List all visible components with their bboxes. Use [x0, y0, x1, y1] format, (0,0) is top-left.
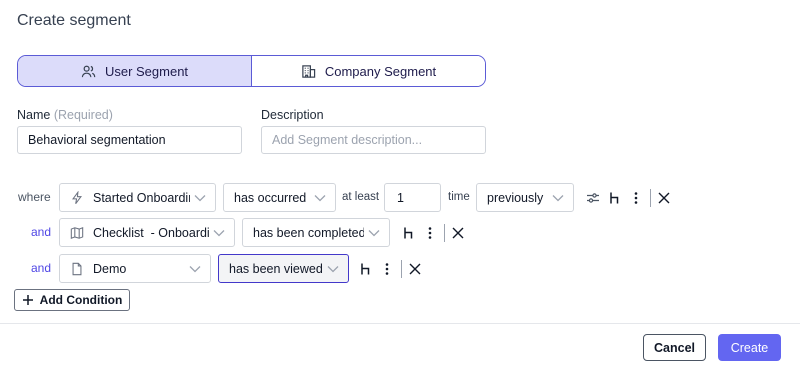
- conjunction-label: and: [31, 225, 52, 239]
- event-select[interactable]: Started Onboarding: [59, 183, 216, 212]
- more-options-button[interactable]: [628, 190, 644, 206]
- qualifier-label: at least: [342, 191, 380, 203]
- create-button[interactable]: Create: [718, 334, 781, 361]
- checklist-select-value: Checklist - Onboarding: [93, 225, 209, 240]
- segment-type-toggle: User Segment Company Segment: [17, 55, 486, 87]
- divider: [444, 224, 445, 242]
- chevron-down-icon: [189, 265, 201, 272]
- chevron-down-icon: [327, 265, 339, 272]
- remove-condition-button[interactable]: [450, 225, 466, 241]
- company-segment-label: Company Segment: [324, 63, 437, 79]
- users-icon: [81, 65, 96, 77]
- operator-select-value: has been completed: [253, 225, 364, 240]
- count-input[interactable]: [384, 183, 441, 212]
- building-icon: [302, 64, 316, 78]
- close-icon: [452, 227, 464, 239]
- remove-condition-button[interactable]: [407, 261, 423, 277]
- condition-row: where Started Onboarding has occurred at…: [0, 183, 800, 212]
- operator-select-value: has occurred: [234, 190, 307, 205]
- add-condition-label: Add Condition: [39, 293, 123, 307]
- name-label-text: Name: [17, 108, 51, 122]
- timeframe-select[interactable]: previously: [476, 183, 574, 212]
- branch-button[interactable]: [401, 225, 417, 241]
- branch-button[interactable]: [358, 261, 374, 277]
- content-select[interactable]: Demo: [59, 254, 211, 283]
- branch-icon: [361, 263, 370, 275]
- chevron-down-icon: [314, 194, 326, 201]
- chevron-down-icon: [368, 229, 380, 236]
- plus-icon: [22, 295, 33, 305]
- more-options-button[interactable]: [379, 261, 395, 277]
- add-condition-button[interactable]: Add Condition: [14, 289, 130, 311]
- name-input[interactable]: [17, 126, 242, 154]
- chevron-down-icon: [213, 229, 225, 236]
- chevron-down-icon: [552, 194, 564, 201]
- user-segment-label: User Segment: [104, 63, 189, 79]
- description-input[interactable]: [261, 126, 486, 154]
- footer-divider: [0, 323, 800, 324]
- close-icon: [409, 263, 421, 275]
- sliders-icon: [587, 193, 599, 203]
- kebab-menu-icon: [428, 227, 432, 239]
- company-segment-button[interactable]: Company Segment: [252, 56, 485, 86]
- condition-row: and Checklist - Onboarding has been comp…: [0, 218, 800, 247]
- required-hint: (Required): [53, 108, 113, 122]
- unit-label: time: [448, 191, 470, 203]
- description-label: Description: [261, 108, 324, 122]
- close-icon: [658, 192, 670, 204]
- timeframe-select-value: previously: [487, 190, 544, 205]
- user-segment-button[interactable]: User Segment: [18, 56, 252, 86]
- condition-row: and Demo has been viewed: [0, 254, 800, 283]
- more-options-button[interactable]: [422, 225, 438, 241]
- operator-select-value: has been viewed: [229, 261, 323, 276]
- checklist-select[interactable]: Checklist - Onboarding: [59, 218, 235, 247]
- kebab-menu-icon: [634, 192, 638, 204]
- remove-condition-button[interactable]: [656, 190, 672, 206]
- conjunction-label: and: [31, 261, 52, 275]
- cancel-button[interactable]: Cancel: [643, 334, 706, 361]
- operator-select[interactable]: has occurred: [223, 183, 336, 212]
- operator-select[interactable]: has been viewed: [218, 254, 349, 283]
- filter-settings-button[interactable]: [585, 190, 601, 206]
- map-icon: [70, 226, 84, 239]
- operator-select[interactable]: has been completed: [242, 218, 390, 247]
- document-icon: [72, 262, 82, 275]
- branch-icon: [404, 227, 413, 239]
- dialog-title: Create segment: [17, 12, 131, 29]
- branch-button[interactable]: [607, 190, 623, 206]
- kebab-menu-icon: [385, 263, 389, 275]
- lightning-icon: [72, 190, 82, 204]
- conjunction-label: where: [18, 190, 51, 204]
- divider: [401, 260, 402, 278]
- event-select-value: Started Onboarding: [93, 190, 190, 205]
- divider: [650, 189, 651, 207]
- branch-icon: [610, 192, 619, 204]
- chevron-down-icon: [194, 194, 206, 201]
- name-label: Name (Required): [17, 108, 113, 122]
- content-select-value: Demo: [93, 261, 127, 276]
